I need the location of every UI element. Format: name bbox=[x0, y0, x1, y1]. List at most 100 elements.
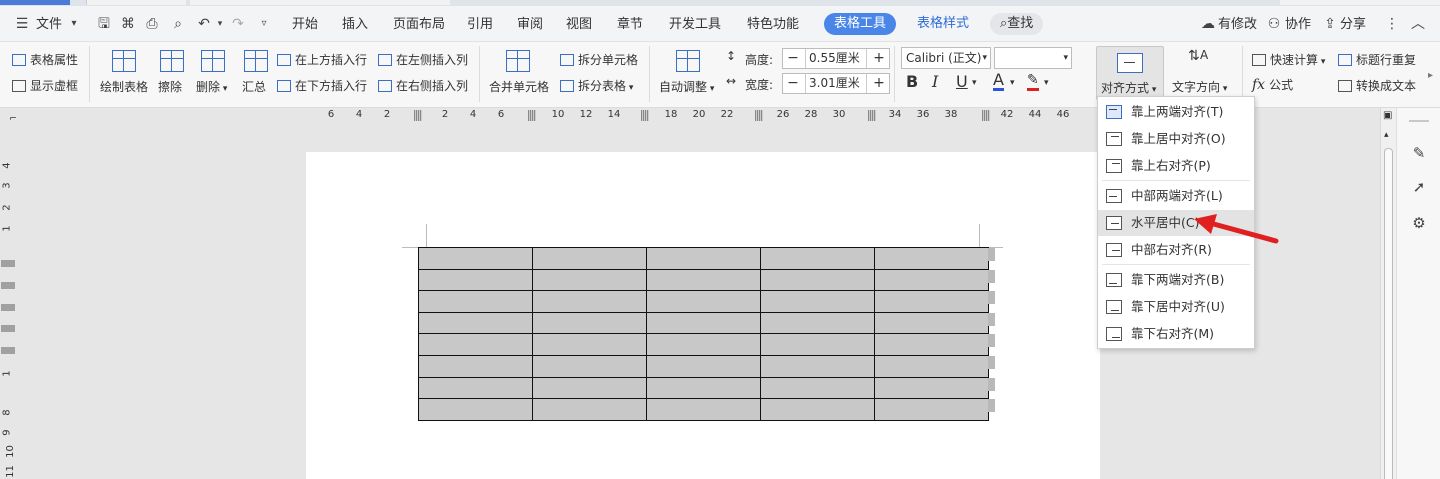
height-increment[interactable]: + bbox=[869, 49, 889, 68]
save-icon[interactable]: 🖫 bbox=[96, 16, 112, 32]
modified-status[interactable]: 有修改 bbox=[1218, 14, 1257, 36]
font-color-dropdown-icon[interactable]: ▾ bbox=[1010, 78, 1015, 88]
highlight-dropdown-icon[interactable]: ▾ bbox=[1044, 78, 1049, 88]
table-properties-button[interactable]: 表格属性 bbox=[12, 51, 78, 68]
quick-calc-button[interactable]: 快速计算 ▾ bbox=[1252, 51, 1325, 68]
merge-cells-button[interactable]: 合并单元格 bbox=[489, 78, 549, 95]
table-cell[interactable] bbox=[760, 290, 875, 313]
collaborate-button[interactable]: 协作 bbox=[1285, 14, 1311, 36]
table-cell[interactable] bbox=[760, 311, 875, 335]
align-option[interactable]: 靠上两端对齐(T) bbox=[1098, 99, 1254, 125]
width-stepper[interactable]: − 3.01厘米 + bbox=[782, 73, 890, 94]
insert-col-left-button[interactable]: 在左侧插入列 bbox=[378, 51, 468, 68]
table-cell[interactable] bbox=[418, 333, 533, 356]
table-cell[interactable] bbox=[418, 290, 533, 313]
table-cell[interactable] bbox=[646, 376, 761, 400]
highlight-button[interactable]: ✎ bbox=[1027, 72, 1039, 91]
tab-start[interactable]: 开始 bbox=[292, 14, 318, 36]
settings-sliders-icon[interactable]: ⚙ bbox=[1410, 214, 1428, 232]
tab-review[interactable]: 审阅 bbox=[517, 14, 543, 36]
repeat-header-button[interactable]: 标题行重复 bbox=[1338, 51, 1416, 68]
vertical-scrollbar[interactable]: ▣ ▴ bbox=[1380, 108, 1396, 479]
align-option[interactable]: 靠上右对齐(P) bbox=[1098, 153, 1254, 179]
table-cell[interactable] bbox=[418, 268, 533, 292]
file-menu[interactable]: 文件 bbox=[36, 14, 62, 36]
table-cell[interactable] bbox=[646, 290, 761, 313]
doc-tab-3[interactable] bbox=[190, 0, 450, 5]
table-cell[interactable] bbox=[874, 247, 989, 270]
tab-insert[interactable]: 插入 bbox=[342, 14, 368, 36]
table-cell[interactable] bbox=[646, 333, 761, 356]
search-button[interactable]: ⌕查找 bbox=[990, 13, 1044, 35]
table-cell[interactable] bbox=[874, 311, 989, 335]
scroll-top-icon[interactable]: ▣ bbox=[1383, 110, 1392, 121]
align-option[interactable]: 靠下右对齐(M) bbox=[1098, 321, 1254, 347]
more-icon[interactable]: ⋮ bbox=[1384, 16, 1400, 32]
row-marker[interactable] bbox=[1, 304, 15, 311]
table-cell[interactable] bbox=[874, 268, 989, 292]
font-size-select[interactable]: ▾ bbox=[994, 47, 1072, 69]
doc-tab-4[interactable] bbox=[1280, 0, 1440, 5]
insert-row-below-button[interactable]: 在下方插入行 bbox=[277, 77, 367, 94]
tab-view[interactable]: 视图 bbox=[566, 14, 592, 36]
table-cell[interactable] bbox=[874, 290, 989, 313]
table-cell[interactable] bbox=[532, 333, 647, 356]
table-row[interactable] bbox=[418, 247, 989, 270]
active-doc-tab[interactable] bbox=[0, 0, 70, 5]
align-button[interactable]: 对齐方式 ▾ bbox=[1096, 46, 1164, 100]
insert-row-above-button[interactable]: 在上方插入行 bbox=[277, 51, 367, 68]
table-cell[interactable] bbox=[874, 398, 989, 421]
collapse-ribbon-icon[interactable]: ︿ bbox=[1410, 16, 1426, 32]
align-option[interactable]: 靠下居中对齐(U) bbox=[1098, 294, 1254, 320]
table-row[interactable] bbox=[418, 376, 989, 400]
column-marker[interactable] bbox=[982, 110, 990, 121]
undo-icon[interactable]: ↶ bbox=[196, 16, 212, 32]
align-option[interactable]: 靠上居中对齐(O) bbox=[1098, 126, 1254, 152]
formula-button[interactable]: fx 公式 bbox=[1252, 76, 1293, 93]
table-row[interactable] bbox=[418, 398, 989, 421]
split-cells-button[interactable]: 拆分单元格 bbox=[560, 51, 638, 68]
column-marker[interactable] bbox=[528, 110, 536, 121]
doc-tab-2[interactable] bbox=[86, 0, 186, 5]
align-option[interactable]: 靠下两端对齐(B) bbox=[1098, 267, 1254, 293]
table-cell[interactable] bbox=[418, 354, 533, 378]
table-cell[interactable] bbox=[418, 376, 533, 400]
table-cell[interactable] bbox=[646, 268, 761, 292]
height-decrement[interactable]: − bbox=[783, 49, 803, 68]
tab-table-styles[interactable]: 表格样式 bbox=[907, 13, 979, 35]
undo-dropdown-icon[interactable]: ▾ bbox=[212, 16, 228, 32]
table-cell[interactable] bbox=[646, 354, 761, 378]
table-cell[interactable] bbox=[532, 354, 647, 378]
redo-icon[interactable]: ↷ bbox=[230, 16, 246, 32]
select-cursor-icon[interactable]: ➚ bbox=[1410, 178, 1428, 196]
text-direction-button[interactable]: 文字方向 ▾ bbox=[1172, 78, 1227, 95]
table-cell[interactable] bbox=[532, 268, 647, 292]
hamburger-icon[interactable]: ☰ bbox=[14, 16, 30, 32]
table-row[interactable] bbox=[418, 333, 989, 356]
width-increment[interactable]: + bbox=[869, 74, 889, 93]
height-value[interactable]: 0.55厘米 bbox=[805, 49, 867, 68]
align-option[interactable]: 中部两端对齐(L) bbox=[1098, 183, 1254, 209]
print-preview-icon[interactable]: ⌕ bbox=[170, 16, 186, 32]
convert-to-text-button[interactable]: 转换成文本 bbox=[1338, 77, 1416, 94]
table-cell[interactable] bbox=[418, 311, 533, 335]
auto-fit-button[interactable]: 自动调整 ▾ bbox=[659, 78, 714, 95]
underline-dropdown-icon[interactable]: ▾ bbox=[972, 78, 977, 88]
print-icon[interactable]: ⎙ bbox=[144, 16, 160, 32]
table-cell[interactable] bbox=[760, 333, 875, 356]
draw-table-button[interactable]: 绘制表格 bbox=[100, 78, 148, 95]
table-cell[interactable] bbox=[646, 398, 761, 421]
bold-button[interactable]: B bbox=[906, 72, 918, 91]
font-color-button[interactable]: A bbox=[993, 72, 1004, 91]
table-row[interactable] bbox=[418, 290, 989, 313]
ribbon-scroll-icon[interactable]: ▸ bbox=[1428, 70, 1433, 81]
table-cell[interactable] bbox=[532, 247, 647, 270]
table-cell[interactable] bbox=[760, 354, 875, 378]
italic-button[interactable]: I bbox=[932, 72, 938, 91]
table-cell[interactable] bbox=[646, 311, 761, 335]
table-cell[interactable] bbox=[532, 398, 647, 421]
width-value[interactable]: 3.01厘米 bbox=[805, 74, 867, 93]
table-cell[interactable] bbox=[532, 290, 647, 313]
row-marker[interactable] bbox=[1, 282, 15, 289]
table-cell[interactable] bbox=[532, 311, 647, 335]
